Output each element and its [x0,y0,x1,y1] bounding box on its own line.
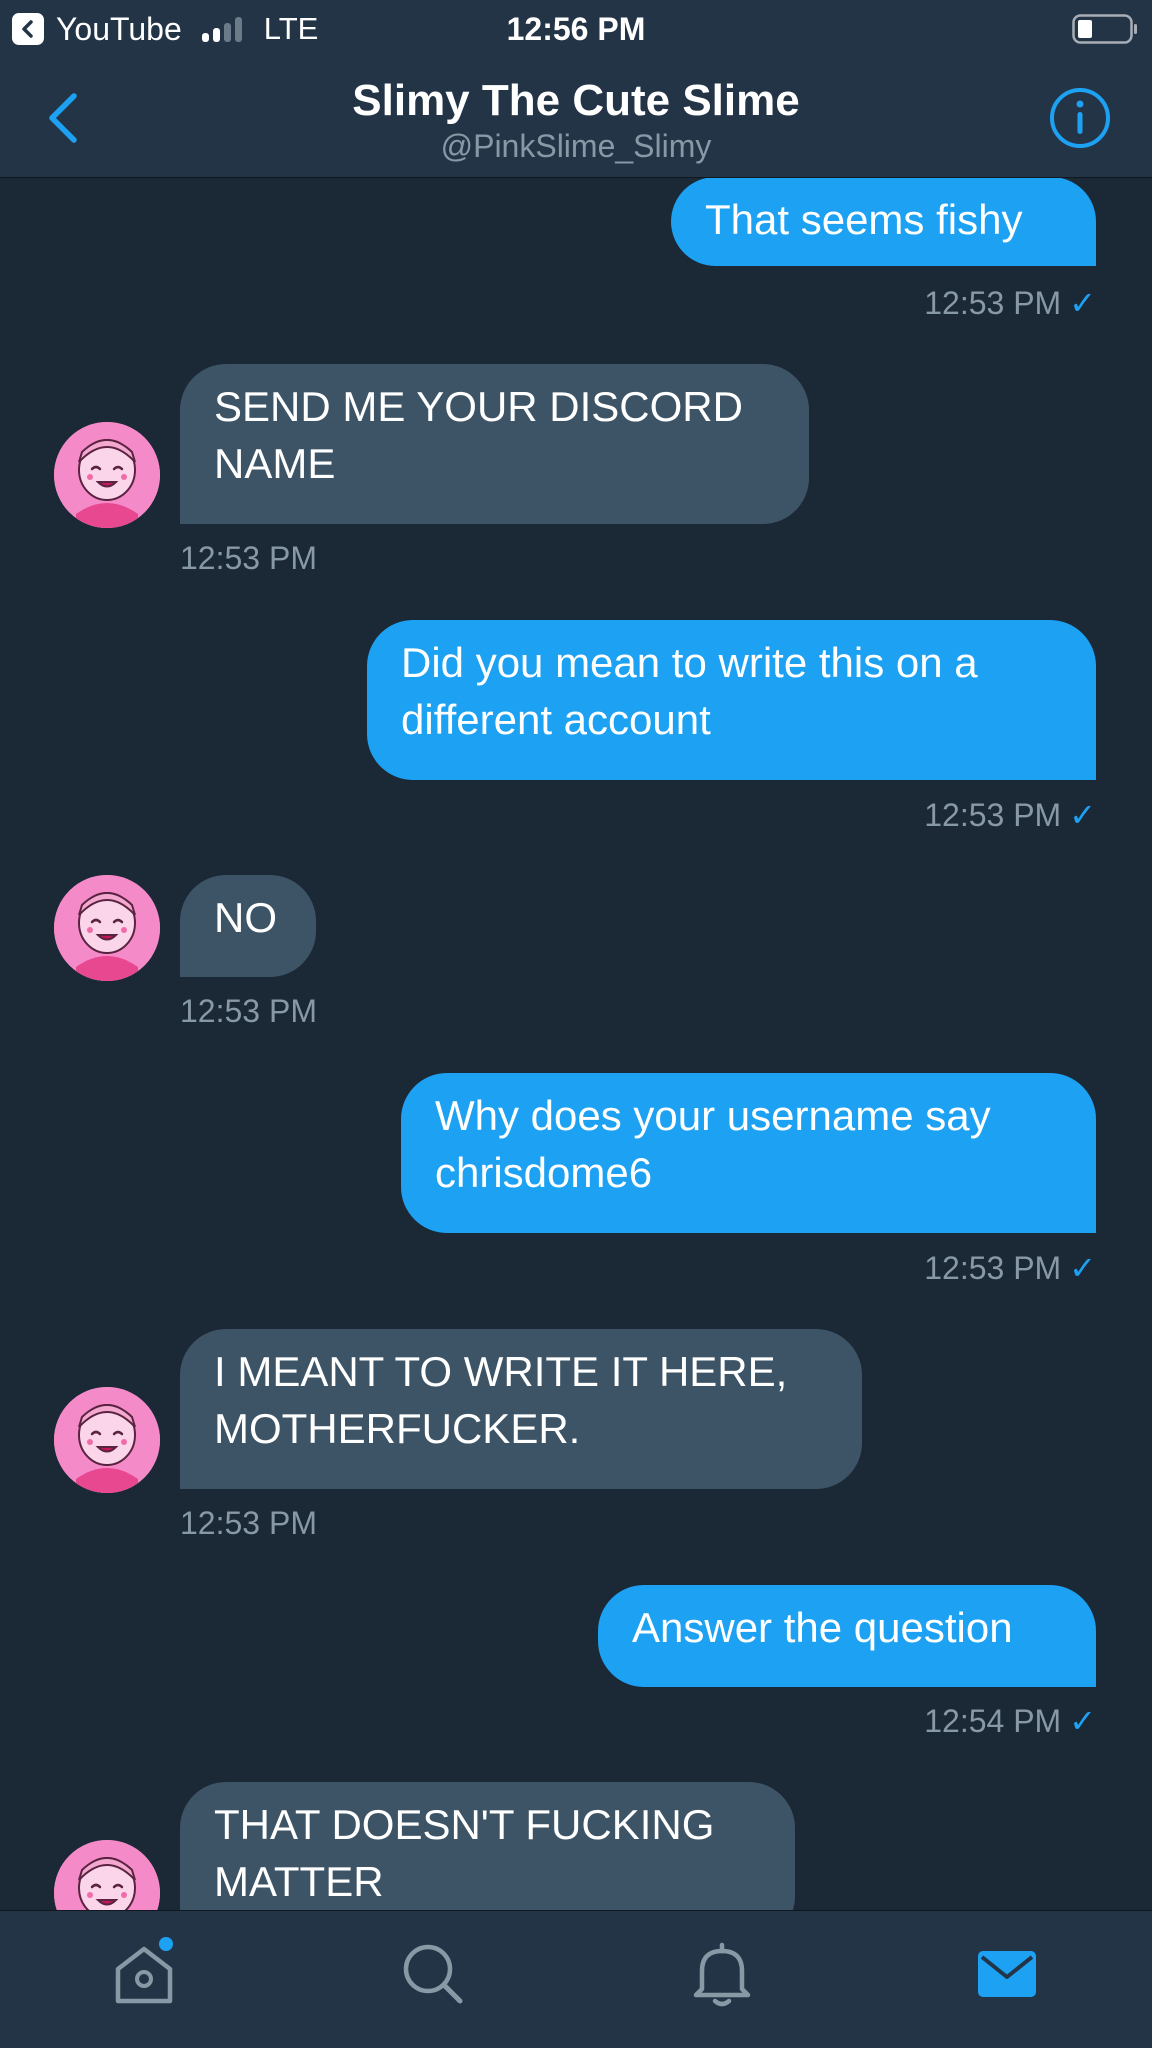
sent-check-icon: ✓ [1069,285,1096,321]
message-line: Why does your username say [435,1092,991,1139]
sent-check-icon: ✓ [1069,1250,1096,1286]
mail-icon [978,1951,1036,1997]
received-message-bubble[interactable]: THAT DOESN'T FUCKING MATTER [180,1782,795,1910]
sent-check-icon: ✓ [1069,1703,1096,1739]
slime-avatar-icon [54,875,160,981]
sent-message-bubble[interactable]: Did you mean to write this on a differen… [367,620,1096,780]
back-to-app-icon[interactable] [12,13,44,45]
avatar[interactable] [54,1387,160,1493]
conversation-header: Slimy The Cute Slime @PinkSlime_Slimy [0,58,1152,178]
message-line: MATTER [214,1858,384,1905]
message-list[interactable]: That seems fishy 12:53 PM ✓ SEND ME YOUR … [0,178,1152,1910]
status-left: YouTube LTE [12,0,318,58]
tab-home[interactable] [108,1937,180,2009]
timestamp-text: 12:53 PM [924,1250,1062,1286]
message-timestamp: 12:53 PM ✓ [924,284,1096,322]
battery-icon [1072,14,1138,44]
slime-avatar-icon [54,1387,160,1493]
sent-message-bubble[interactable]: That seems fishy [671,178,1096,266]
timestamp-text: 12:53 PM [924,797,1062,833]
signal-strength-icon [201,16,242,42]
sent-check-icon: ✓ [1069,797,1096,833]
received-message-bubble[interactable]: SEND ME YOUR DISCORD NAME [180,364,809,524]
received-message-bubble[interactable]: NO [180,875,316,977]
message-line: different account [401,696,711,743]
avatar[interactable] [54,422,160,528]
back-to-app-label[interactable]: YouTube [56,11,182,48]
message-timestamp: 12:54 PM ✓ [924,1702,1096,1740]
conversation-title[interactable]: Slimy The Cute Slime [0,76,1152,126]
message-timestamp: 12:53 PM [180,993,317,1029]
avatar[interactable] [54,1840,160,1910]
status-bar: YouTube LTE 12:56 PM [0,0,1152,58]
message-text: NO [214,894,277,941]
bell-icon [693,1942,751,2007]
message-timestamp: 12:53 PM [180,1505,317,1541]
conversation-handle[interactable]: @PinkSlime_Slimy [0,128,1152,165]
carrier-label: LTE [263,11,319,46]
message-line: Did you mean to write this on a [401,639,978,686]
avatar[interactable] [54,875,160,981]
received-message-bubble[interactable]: I MEANT TO WRITE IT HERE, MOTHERFUCKER. [180,1329,862,1489]
message-timestamp: 12:53 PM [180,540,317,576]
home-icon [115,1937,173,2004]
message-timestamp: 12:53 PM ✓ [924,1249,1096,1287]
sent-message-bubble[interactable]: Answer the question [598,1585,1096,1687]
message-line: I MEANT TO WRITE IT HERE, [214,1348,788,1395]
bottom-tab-bar [0,1910,1152,2048]
timestamp-text: 12:54 PM [924,1703,1062,1739]
slime-avatar-icon [54,422,160,528]
message-line: chrisdome6 [435,1149,653,1196]
info-icon [1050,88,1110,148]
message-line: SEND ME YOUR DISCORD [214,383,743,430]
notification-dot [159,1937,173,1951]
sent-message-bubble[interactable]: Why does your username say chrisdome6 [401,1073,1096,1233]
message-line: THAT DOESN'T FUCKING [214,1801,715,1848]
message-text: Answer the question [632,1604,1013,1651]
tab-search[interactable] [396,1937,468,2009]
timestamp-text: 12:53 PM [924,285,1062,321]
message-line: NAME [214,440,336,487]
tab-notifications[interactable] [686,1937,758,2009]
info-button[interactable] [1048,86,1112,150]
slime-avatar-icon [54,1840,160,1910]
message-timestamp: 12:53 PM ✓ [924,796,1096,834]
search-icon [403,1944,463,2004]
message-text: That seems fishy [705,196,1023,243]
tab-messages[interactable] [974,1937,1040,2009]
message-line: MOTHERFUCKER. [214,1405,581,1452]
